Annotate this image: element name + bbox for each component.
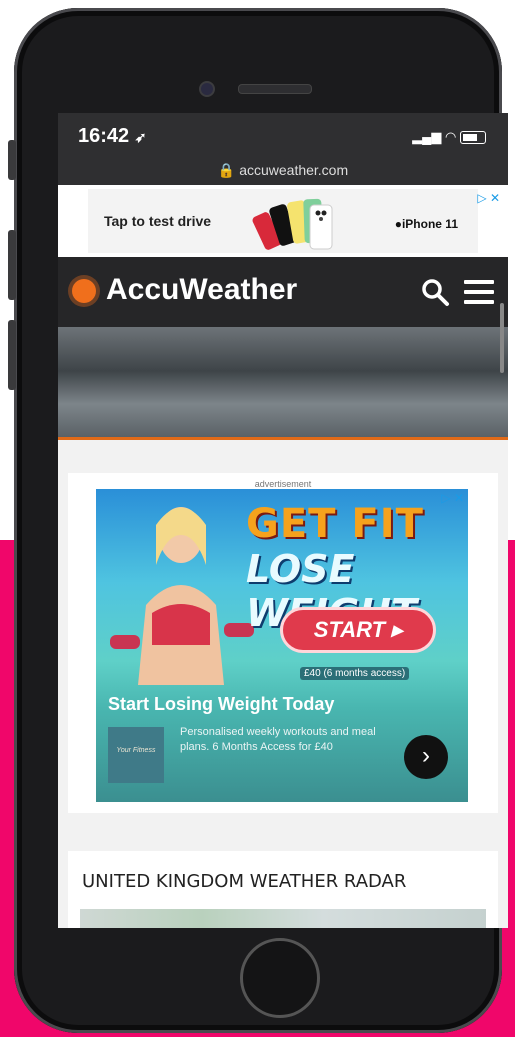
status-icons: ▂▄▆ ◠: [412, 129, 486, 145]
ad-right-text: ●iPhone 11: [394, 217, 458, 231]
access-price-text: £40 (6 months access): [300, 667, 410, 680]
volume-down-button: [8, 320, 16, 390]
site-logo[interactable]: AccuWeather: [106, 273, 297, 307]
radar-section: UNITED KINGDOM WEATHER RADAR: [68, 851, 498, 928]
search-icon[interactable]: [420, 277, 450, 307]
top-banner-ad[interactable]: Tap to test drive ●iPhone 11 ▷ ✕: [58, 185, 508, 257]
lock-icon: 🔒: [217, 162, 236, 178]
radar-map[interactable]: [80, 909, 486, 928]
status-time: 16:42 ➶: [78, 125, 147, 147]
ad-description: Personalised weekly workouts and meal pl…: [180, 726, 376, 753]
hero-divider: [58, 437, 508, 440]
location-arrow-icon: ➶: [134, 129, 147, 145]
home-button[interactable]: [240, 938, 320, 1018]
advertisement-label: advertisement: [254, 479, 312, 489]
front-camera: [199, 81, 215, 97]
fitness-ad[interactable]: GET FIT LOSE WEIGHT START ▸ £40 (6 month…: [96, 489, 468, 802]
advertiser-logo: Your Fitness: [108, 727, 164, 783]
ad-left-text: Tap to test drive: [104, 213, 212, 229]
hamburger-menu-icon[interactable]: [464, 280, 494, 304]
sun-logo-icon: [72, 279, 96, 303]
start-button[interactable]: START ▸: [280, 607, 436, 653]
ad-card: advertisement GET FIT LOSE WEIGHT START …: [68, 473, 498, 813]
url-text: accuweather.com: [239, 162, 349, 178]
adchoices-close-icon[interactable]: ▷ ✕: [441, 491, 464, 505]
radar-title: UNITED KINGDOM WEATHER RADAR: [82, 871, 407, 892]
iphone-colors-image: [252, 198, 333, 250]
signal-icon: ▂▄▆: [412, 129, 442, 144]
battery-icon: [460, 131, 486, 145]
scrollbar[interactable]: [500, 303, 504, 373]
mute-switch: [8, 140, 16, 180]
site-header: AccuWeather: [58, 257, 508, 327]
phone-frame: 16:42 ➶ ▂▄▆ ◠ 🔒 accuweather.com Tap to t…: [14, 8, 508, 1033]
adchoices-close-icon[interactable]: ▷ ✕: [477, 191, 500, 205]
status-bar: 16:42 ➶ ▂▄▆ ◠: [58, 113, 508, 155]
earpiece-speaker: [238, 84, 312, 94]
fitness-woman-image: [110, 507, 254, 685]
phone-screen: 16:42 ➶ ▂▄▆ ◠ 🔒 accuweather.com Tap to t…: [58, 113, 508, 928]
apple-icon: ●: [394, 217, 402, 231]
volume-up-button: [8, 230, 16, 300]
hero-sky-image: [58, 327, 508, 437]
address-bar[interactable]: 🔒 accuweather.com: [58, 155, 508, 185]
wifi-icon: ◠: [445, 129, 457, 144]
ad-headline-1: GET FIT: [246, 501, 424, 547]
ad-arrow-button[interactable]: ›: [404, 735, 448, 779]
ad-title[interactable]: Start Losing Weight Today: [108, 694, 334, 715]
